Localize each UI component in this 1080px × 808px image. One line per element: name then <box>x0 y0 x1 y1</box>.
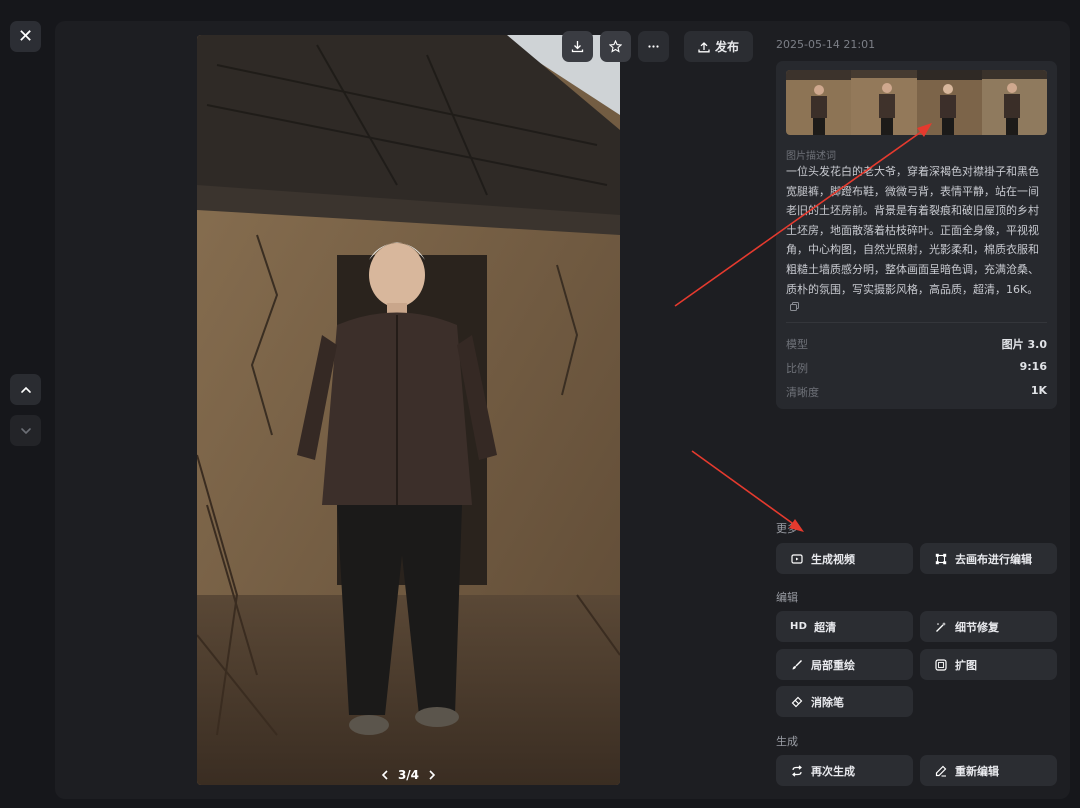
meta-key: 比例 <box>786 362 808 375</box>
button-label: 消除笔 <box>811 695 844 709</box>
section-title-generate: 生成 <box>776 735 798 748</box>
edit-in-canvas-button[interactable]: 去画布进行编辑 <box>920 543 1057 574</box>
pager-text: 3/4 <box>397 768 420 782</box>
expand-image-button[interactable]: 扩图 <box>920 649 1057 680</box>
eraser-icon <box>790 695 804 709</box>
previous-image-button[interactable] <box>10 374 41 405</box>
image-toolbar <box>562 31 669 62</box>
star-icon <box>609 40 622 53</box>
meta-row-ratio: 比例 9:16 <box>786 360 1047 376</box>
hd-icon: HD <box>790 621 808 632</box>
close-icon: ✕ <box>17 26 34 47</box>
chevron-left-icon[interactable] <box>380 770 390 780</box>
timestamp: 2025-05-14 21:01 <box>776 38 876 51</box>
next-image-button[interactable] <box>10 415 41 446</box>
generate-video-button[interactable]: 生成视频 <box>776 543 913 574</box>
button-label: 超清 <box>814 620 837 634</box>
publish-label: 发布 <box>714 40 739 54</box>
copy-icon <box>790 302 799 311</box>
button-label: 扩图 <box>955 658 977 672</box>
meta-row-resolution: 清晰度 1K <box>786 384 1047 400</box>
button-label: 去画布进行编辑 <box>955 552 1032 566</box>
description-label: 图片描述词 <box>786 151 836 162</box>
copy-button[interactable] <box>790 296 799 315</box>
eraser-button[interactable]: 消除笔 <box>776 686 913 717</box>
pencil-icon <box>934 764 948 778</box>
more-options-button[interactable] <box>638 31 669 62</box>
image-illustration <box>197 35 620 785</box>
thumbnail-2[interactable] <box>851 70 918 135</box>
chevron-down-icon <box>20 427 31 434</box>
canvas-icon <box>934 552 948 566</box>
button-label: 生成视频 <box>811 552 855 566</box>
meta-row-model: 模型 图片 3.0 <box>786 336 1047 352</box>
thumbnail-3-selected[interactable] <box>916 70 983 135</box>
divider <box>786 322 1047 323</box>
image-pager: 3/4 <box>197 765 620 785</box>
inpaint-button[interactable]: 局部重绘 <box>776 649 913 680</box>
info-panel: 图片描述词 一位头发花白的老大爷，穿着深褐色对襟褂子和黑色宽腿裤，脚蹬布鞋，微微… <box>776 61 1057 409</box>
meta-key: 清晰度 <box>786 386 819 399</box>
ellipsis-icon <box>648 45 659 48</box>
section-title-more: 更多 <box>776 522 798 535</box>
expand-icon <box>934 658 948 672</box>
video-icon <box>790 552 804 566</box>
re-edit-button[interactable]: 重新编辑 <box>920 755 1057 786</box>
prompt-description: 一位头发花白的老大爷，穿着深褐色对襟褂子和黑色宽腿裤，脚蹬布鞋，微微弓背，表情平… <box>786 165 1039 296</box>
detail-repair-button[interactable]: 细节修复 <box>920 611 1057 642</box>
download-icon <box>571 41 584 53</box>
button-label: 局部重绘 <box>811 658 855 672</box>
publish-button[interactable]: 发布 <box>684 31 753 62</box>
button-label: 重新编辑 <box>955 764 999 778</box>
regenerate-button[interactable]: 再次生成 <box>776 755 913 786</box>
meta-key: 模型 <box>786 338 808 351</box>
thumbnail-4[interactable] <box>981 70 1047 135</box>
meta-value: 1K <box>1030 384 1047 397</box>
magic-wand-icon <box>934 620 948 634</box>
thumbnail-1[interactable] <box>786 70 852 135</box>
upload-icon <box>698 41 710 52</box>
chevron-right-icon[interactable] <box>427 770 437 780</box>
favorite-button[interactable] <box>600 31 631 62</box>
meta-value: 图片 3.0 <box>1001 338 1047 351</box>
button-label: 细节修复 <box>955 620 999 634</box>
meta-value: 9:16 <box>1019 360 1047 373</box>
regenerate-icon <box>790 764 804 778</box>
download-button[interactable] <box>562 31 593 62</box>
chevron-up-icon <box>20 386 31 393</box>
close-button[interactable]: ✕ <box>10 21 41 52</box>
thumbnail-strip <box>786 70 1047 135</box>
button-label: 再次生成 <box>811 764 855 778</box>
generated-image[interactable]: 3/4 <box>197 35 620 785</box>
section-title-edit: 编辑 <box>776 591 798 604</box>
brush-icon <box>790 658 804 672</box>
upscale-hd-button[interactable]: HD 超清 <box>776 611 913 642</box>
